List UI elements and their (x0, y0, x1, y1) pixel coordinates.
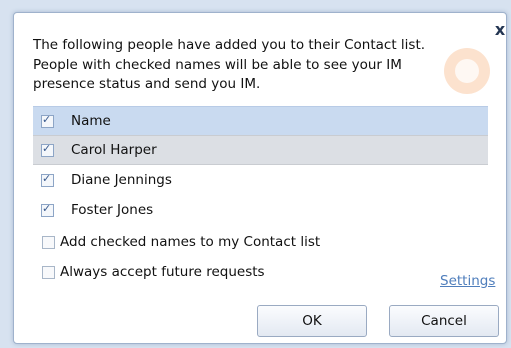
contact-row[interactable]: Foster Jones (33, 195, 488, 225)
contact-name: Carol Harper (71, 142, 157, 158)
always-accept-label[interactable]: Always accept future requests (60, 264, 265, 280)
add-to-contacts-checkbox[interactable] (42, 235, 55, 249)
message-line: presence status and send you IM. (33, 76, 261, 92)
add-to-contacts-label[interactable]: Add checked names to my Contact list (60, 234, 320, 250)
name-column-header[interactable]: Name (71, 113, 111, 129)
contact-checkbox[interactable] (41, 202, 54, 217)
contact-checkbox[interactable] (41, 172, 54, 187)
add-to-contacts-option[interactable]: Add checked names to my Contact list (42, 234, 320, 250)
ok-button[interactable]: OK (257, 305, 367, 337)
close-icon[interactable]: x (493, 22, 507, 38)
contact-name: Diane Jennings (71, 172, 172, 188)
select-all-checkbox[interactable] (41, 113, 54, 128)
list-header: Name (33, 106, 488, 135)
always-accept-checkbox[interactable] (42, 265, 55, 279)
contact-name: Foster Jones (71, 202, 154, 218)
contact-row[interactable]: Carol Harper (33, 135, 488, 165)
message-line: The following people have added you to t… (33, 37, 426, 53)
dialog-message: The following people have added you to t… (33, 36, 453, 95)
contact-list: Name Carol Harper Diane Jennings Foster … (33, 106, 488, 225)
contact-row[interactable]: Diane Jennings (33, 165, 488, 195)
cancel-button[interactable]: Cancel (389, 305, 499, 337)
contact-checkbox[interactable] (41, 142, 54, 157)
settings-link[interactable]: Settings (440, 273, 495, 289)
message-line: People with checked names will be able t… (33, 56, 402, 73)
always-accept-option[interactable]: Always accept future requests (42, 264, 265, 280)
